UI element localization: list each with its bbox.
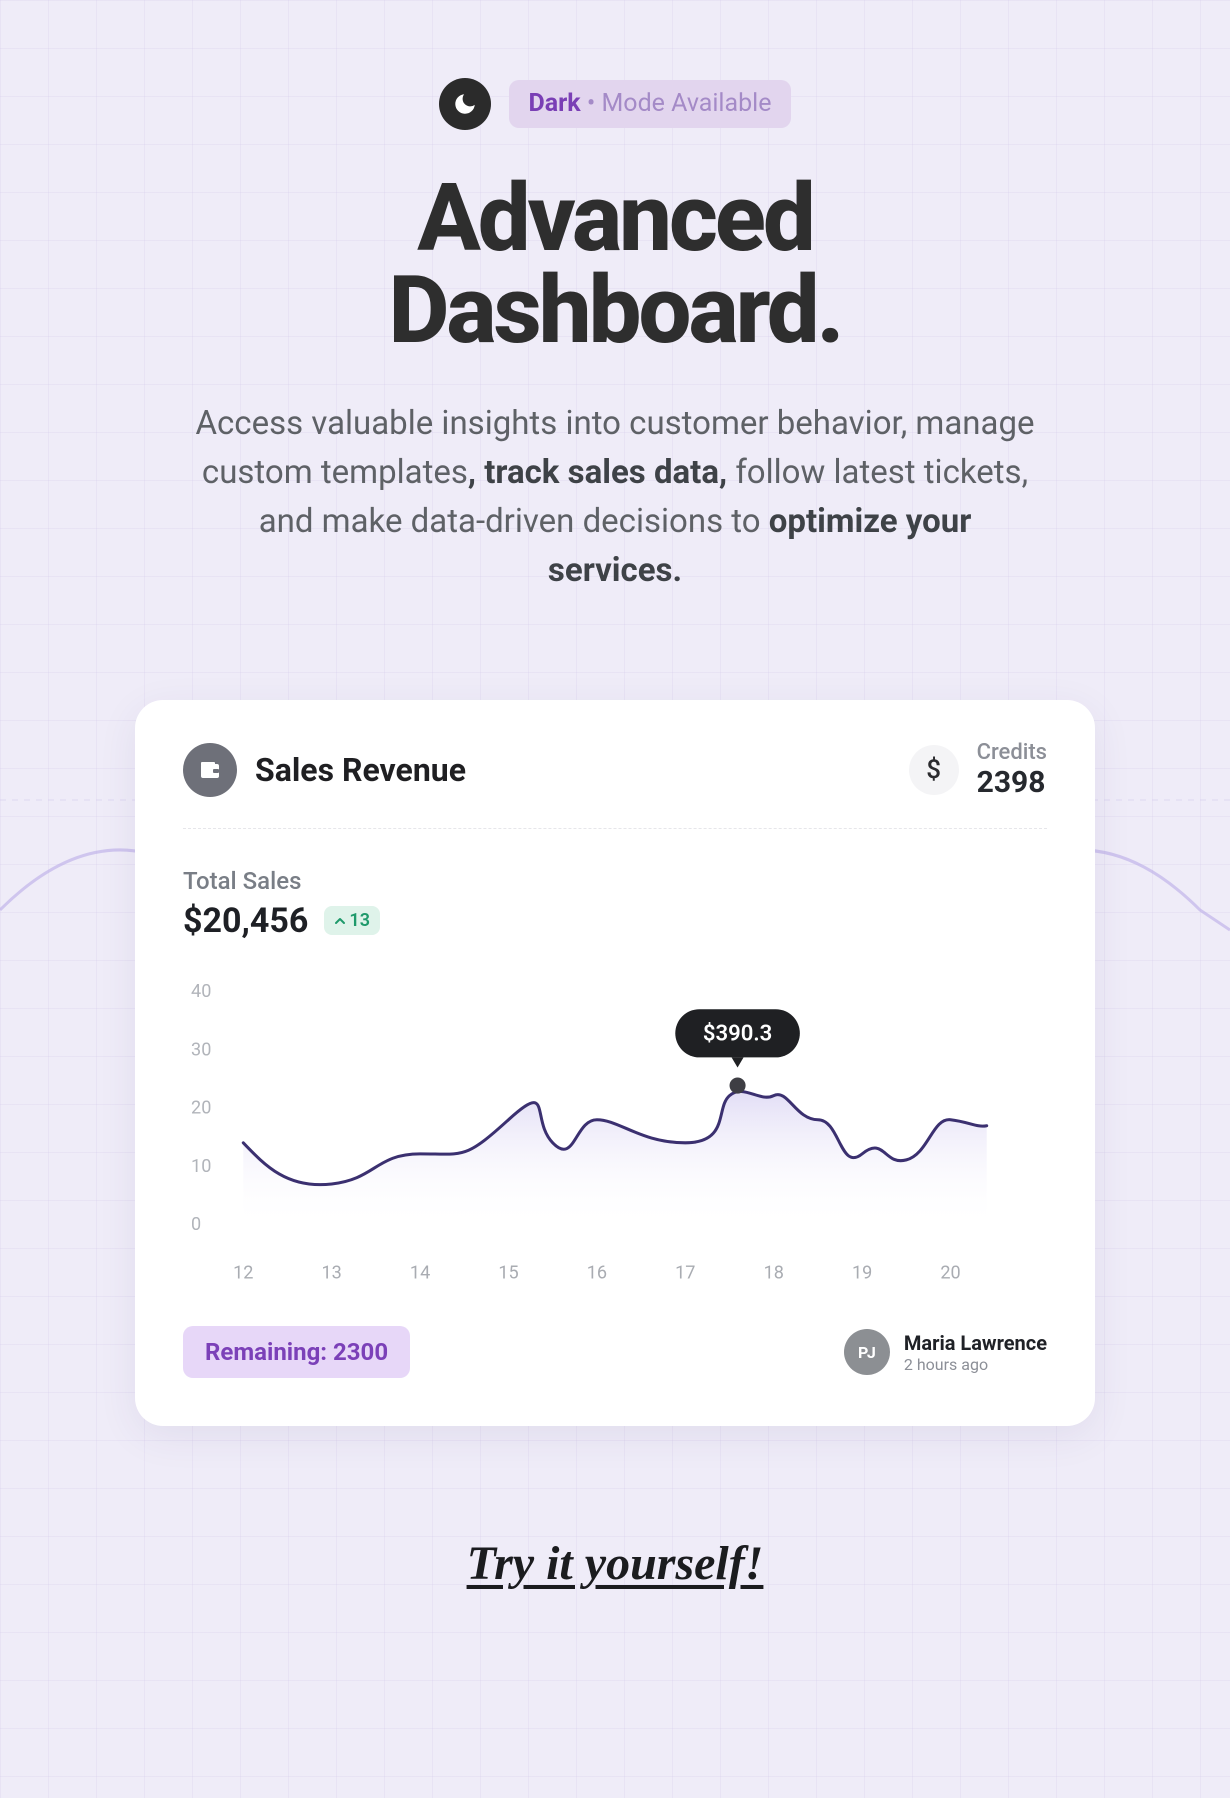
user-row: PJ Maria Lawrence 2 hours ago [844,1329,1047,1375]
avatar: PJ [844,1329,890,1375]
title-line-2: Dashboard. [388,255,841,365]
x-tick: 12 [233,1262,253,1283]
badge-strong: Dark [529,89,581,118]
x-tick: 15 [498,1262,518,1283]
x-tick: 14 [410,1262,430,1283]
user-name: Maria Lawrence [904,1331,1047,1355]
credits-value: 2398 [977,765,1047,800]
tooltip-value: $390.3 [703,1020,772,1046]
total-sales-row: Total Sales $20,456 13 [183,867,1047,941]
x-tick: 20 [940,1262,960,1283]
badge-row: Dark • Mode Available [0,0,1230,130]
card-footer: Remaining: 2300 PJ Maria Lawrence 2 hour… [183,1326,1047,1378]
y-tick: 30 [191,1039,211,1060]
y-tick: 40 [191,981,211,1002]
x-tick: 18 [764,1262,784,1283]
badge-dot: • [587,89,595,118]
moon-icon [439,78,491,130]
dollar-icon: $ [909,745,959,795]
sales-chart: 40 30 20 10 0 12 13 14 15 16 17 18 19 20… [183,967,1047,1288]
x-tick: 13 [322,1262,342,1283]
user-time: 2 hours ago [904,1355,1047,1374]
try-it-cta[interactable]: Try it yourself! [0,1536,1230,1591]
y-tick: 10 [191,1155,211,1176]
badge-rest: Mode Available [601,89,771,118]
sales-card: Sales Revenue $ Credits 2398 Total Sales… [135,700,1095,1426]
chart-hover-dot [730,1077,746,1093]
chart-area [243,1091,986,1228]
x-tick: 17 [675,1262,695,1283]
y-tick: 20 [191,1097,211,1118]
total-sales-value: $20,456 [183,901,308,941]
credits-label: Credits [977,740,1047,765]
card-header: Sales Revenue $ Credits 2398 [183,740,1047,829]
wallet-icon [183,743,237,797]
page-description: Access valuable insights into customer b… [195,400,1035,595]
chevron-up-icon [334,915,346,927]
delta-badge: 13 [324,906,380,935]
card-title: Sales Revenue [255,751,466,789]
dark-mode-badge: Dark • Mode Available [509,80,792,128]
chart-tooltip: $390.3 [675,1009,800,1093]
page-title: Advanced Dashboard. [0,172,1230,356]
x-tick: 19 [852,1262,872,1283]
total-sales-label: Total Sales [183,867,1047,895]
delta-value: 13 [349,910,370,931]
remaining-badge: Remaining: 2300 [183,1326,410,1378]
y-tick: 0 [191,1214,201,1235]
x-tick: 16 [587,1262,607,1283]
